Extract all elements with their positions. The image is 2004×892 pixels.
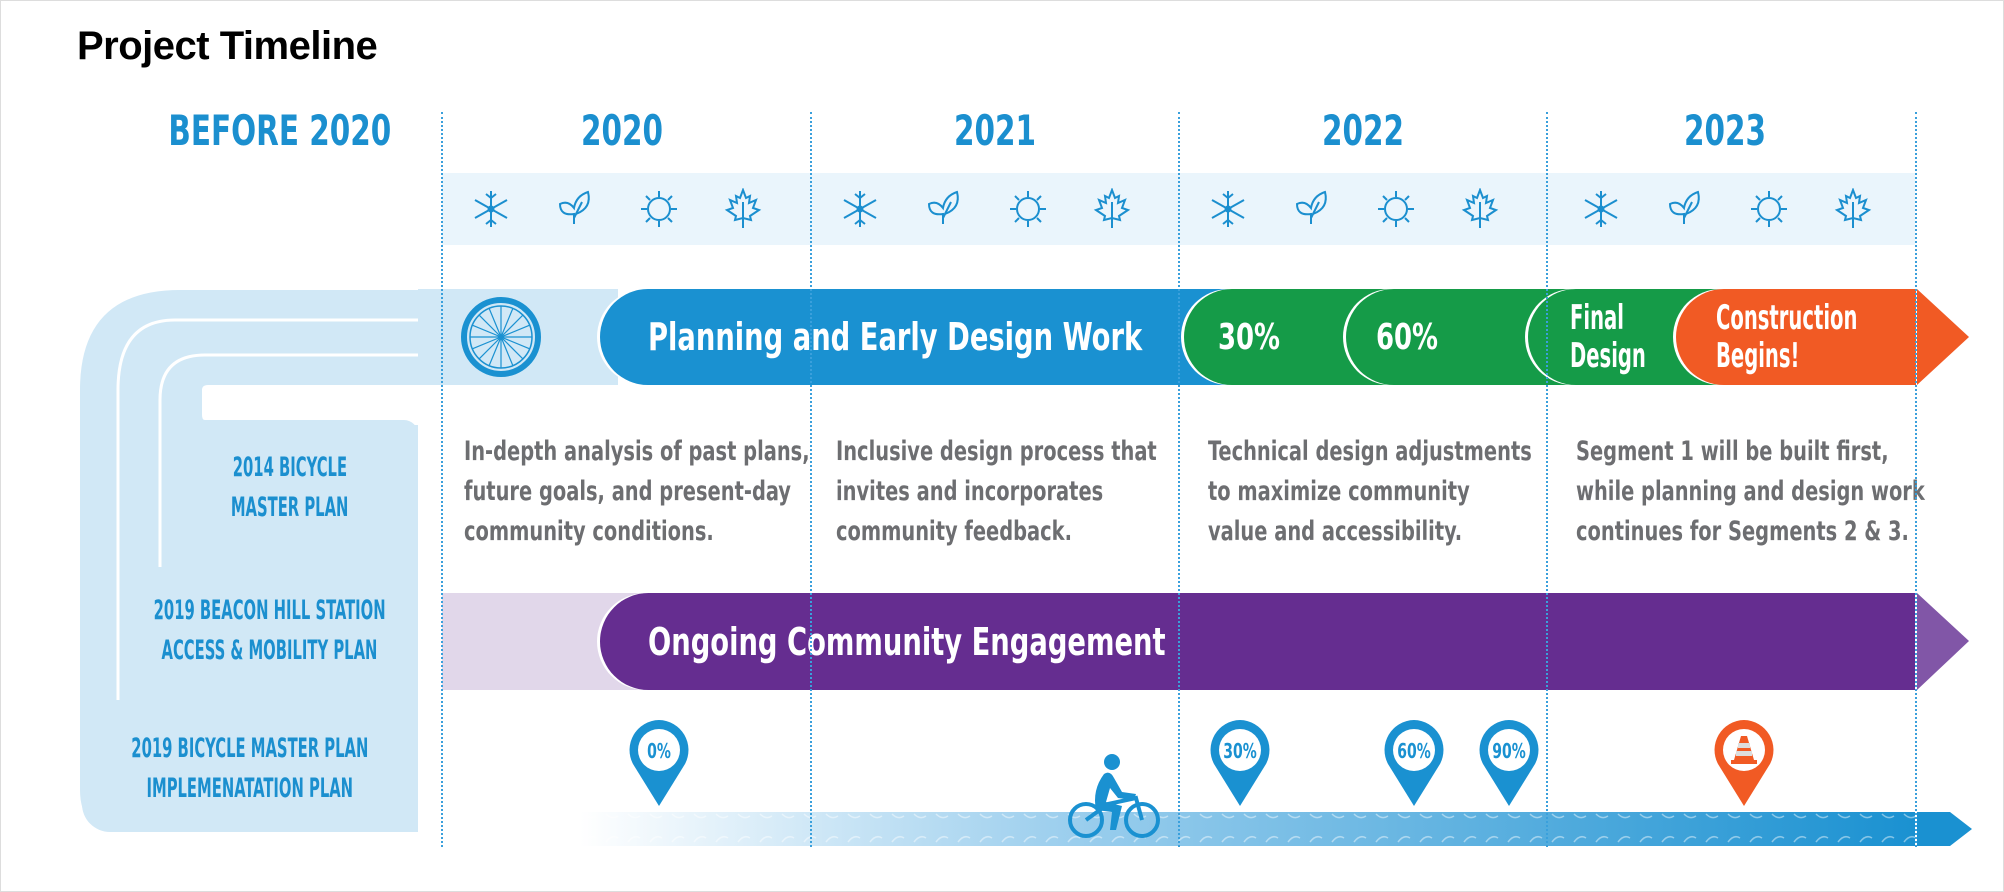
- prior-plan-line: IMPLEMENATATION PLAN: [146, 772, 354, 804]
- phase-label: Planning and Early Design Work: [648, 315, 1143, 359]
- prior-plan-line: 2014 BICYCLE: [232, 452, 348, 483]
- description-line: invites and incorporates: [836, 476, 1104, 507]
- milestone-pin: 90%: [1479, 720, 1539, 806]
- column-header-2021: 2021: [953, 106, 1037, 155]
- phase-label: Construction: [1716, 298, 1858, 338]
- description-line: In-depth analysis of past plans,: [464, 436, 810, 467]
- spring-leaf-icon: [1668, 190, 1700, 224]
- prior-plan-2014-bicycle-master-plan: 2014 BICYCLE MASTER PLAN: [162, 420, 418, 556]
- milestone-label: 90%: [1492, 741, 1525, 764]
- phase-label: Final: [1570, 298, 1624, 338]
- bicycle-wheel-icon: [461, 297, 541, 377]
- prior-plan-line: MASTER PLAN: [231, 492, 349, 523]
- summer-sun-icon: [641, 191, 677, 227]
- description-line: community conditions.: [464, 516, 714, 547]
- phase-construction-begins: Construction Begins!: [1676, 289, 1916, 385]
- description-line: value and accessibility.: [1208, 516, 1463, 547]
- construction-arrow-head: [1917, 289, 1969, 385]
- column-divider: [1546, 112, 1548, 847]
- milestone-pin-construction: [1714, 720, 1774, 806]
- column-header-2023: 2023: [1683, 106, 1767, 155]
- column-header-before-2020: BEFORE 2020: [168, 106, 392, 155]
- description-2023: Segment 1 will be built first, while pla…: [1576, 432, 1925, 552]
- fall-maple-leaf-icon: [1461, 188, 1499, 228]
- summer-sun-icon: [1378, 191, 1414, 227]
- engagement-label: Ongoing Community Engagement: [648, 619, 1166, 664]
- description-line: continues for Segments 2 & 3.: [1576, 516, 1909, 547]
- description-2021: Inclusive design process that invites an…: [836, 432, 1157, 552]
- column-header-2022: 2022: [1321, 106, 1405, 155]
- road-progress-bar: [580, 812, 1972, 846]
- phase-planning-early-design: Planning and Early Design Work: [600, 289, 1250, 385]
- milestone-pin: 0%: [629, 720, 689, 806]
- description-line: Inclusive design process that: [836, 436, 1157, 467]
- cyclist-icon: [1068, 754, 1160, 838]
- description-line: Technical design adjustments: [1208, 436, 1532, 467]
- description-2020: In-depth analysis of past plans, future …: [464, 432, 810, 552]
- fall-maple-leaf-icon: [1093, 188, 1131, 228]
- spring-leaf-icon: [1295, 190, 1327, 224]
- engagement-bar: Ongoing Community Engagement: [600, 593, 1915, 690]
- fall-maple-leaf-icon: [1834, 188, 1872, 228]
- page-title: Project Timeline: [77, 24, 378, 68]
- milestone-pin: 60%: [1384, 720, 1444, 806]
- description-line: community feedback.: [836, 516, 1072, 547]
- prior-plan-2019-beacon-hill: 2019 BEACON HILL STATION ACCESS & MOBILIT…: [122, 567, 418, 695]
- summer-sun-icon: [1751, 191, 1787, 227]
- column-header-2020: 2020: [580, 106, 664, 155]
- prior-plan-line: ACCESS & MOBILITY PLAN: [162, 635, 378, 666]
- winter-snowflake-icon: [1584, 191, 1618, 227]
- spring-leaf-icon: [558, 190, 590, 224]
- winter-snowflake-icon: [1211, 191, 1245, 227]
- spring-leaf-icon: [927, 190, 959, 224]
- winter-snowflake-icon: [843, 191, 877, 227]
- phase-label: 60%: [1376, 316, 1439, 358]
- fall-maple-leaf-icon: [724, 188, 762, 228]
- prior-plan-line: 2019 BEACON HILL STATION: [154, 595, 386, 626]
- description-2022: Technical design adjustments to maximize…: [1208, 432, 1532, 552]
- description-line: to maximize community: [1208, 476, 1470, 507]
- milestone-label: 30%: [1223, 741, 1256, 764]
- column-divider: [1178, 112, 1180, 847]
- summer-sun-icon: [1010, 191, 1046, 227]
- phase-label: 30%: [1218, 316, 1281, 358]
- description-line: Segment 1 will be built first,: [1576, 436, 1889, 467]
- phase-label: Design: [1570, 336, 1646, 376]
- description-line: while planning and design work: [1576, 476, 1925, 507]
- milestone-label: 0%: [647, 741, 671, 764]
- phase-label: Begins!: [1716, 336, 1800, 376]
- column-divider: [1915, 112, 1917, 847]
- milestone-label: 60%: [1397, 741, 1430, 764]
- prior-plan-2019-implementation-plan: 2019 BICYCLE MASTER PLAN IMPLEMENATATION …: [82, 705, 418, 832]
- milestone-pin: 30%: [1210, 720, 1270, 806]
- prior-plan-line: 2019 BICYCLE MASTER PLAN: [131, 732, 369, 764]
- description-line: future goals, and present-day: [464, 476, 791, 507]
- column-divider: [810, 112, 812, 847]
- engagement-arrow-head: [1917, 593, 1969, 690]
- winter-snowflake-icon: [474, 191, 508, 227]
- column-divider: [441, 112, 443, 847]
